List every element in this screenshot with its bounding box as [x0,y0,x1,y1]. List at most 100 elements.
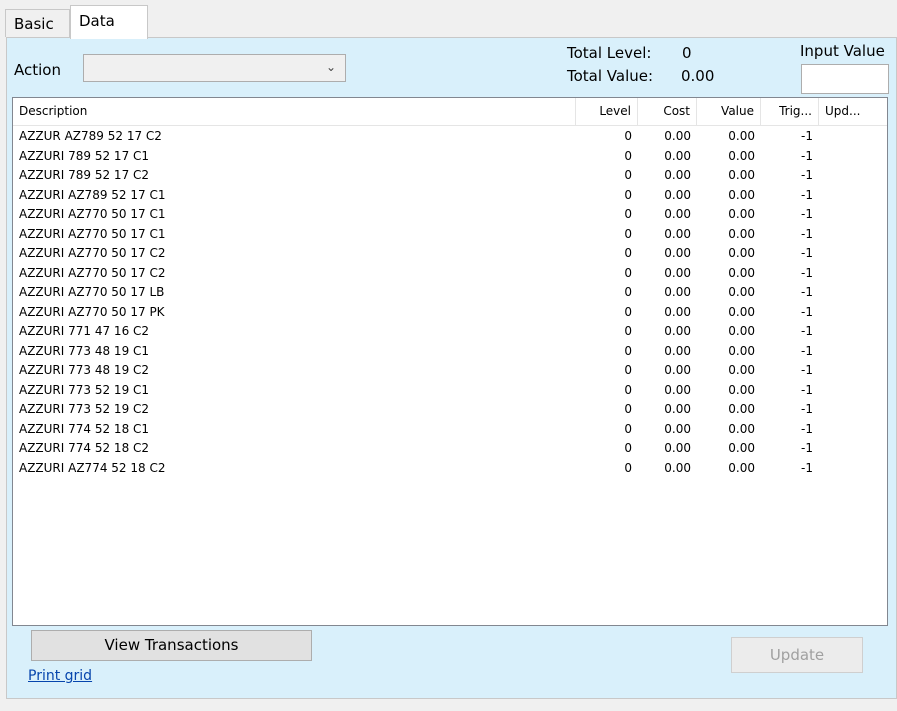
table-row[interactable]: AZZURI 773 52 19 C1 0 0.00 0.00 -1 [13,381,887,401]
cell-level: 0 [624,129,632,143]
cell-level: 0 [624,187,632,202]
cell-upd [819,225,887,245]
cell-trig: -1 [801,129,813,143]
view-transactions-button[interactable]: View Transactions [31,630,312,661]
cell-description: AZZURI AZ770 50 17 C1 [19,207,166,221]
cell-description: AZZURI 773 52 19 C2 [19,402,150,416]
table-row[interactable]: AZZURI 774 52 18 C1 0 0.00 0.00 -1 [13,420,887,440]
cell-trig: -1 [801,343,813,358]
table-row[interactable]: AZZURI 773 48 19 C2 0 0.00 0.00 -1 [13,361,887,381]
table-row[interactable]: AZZURI 789 52 17 C2 0 0.00 0.00 -1 [13,166,887,186]
cell-trig: -1 [801,324,813,338]
cell-cost: 0.00 [664,460,691,475]
cell-trig: -1 [801,226,813,241]
column-header-upd[interactable]: Upd... [819,98,887,125]
cell-cost: 0.00 [664,343,691,358]
cell-value: 0.00 [728,265,755,280]
cell-cost: 0.00 [664,363,691,377]
cell-cost: 0.00 [664,402,691,416]
tab-data[interactable]: Data [70,5,148,39]
cell-upd [819,166,887,186]
table-row[interactable]: AZZURI 789 52 17 C1 0 0.00 0.00 -1 [13,147,887,167]
action-dropdown[interactable]: ⌄ [83,54,346,82]
table-row[interactable]: AZZUR AZ789 52 17 C2 0 0.00 0.00 -1 [13,127,887,147]
cell-level: 0 [624,382,632,397]
cell-value: 0.00 [728,382,755,397]
cell-upd [819,439,887,459]
cell-level: 0 [624,168,632,182]
update-button[interactable]: Update [731,637,863,673]
cell-cost: 0.00 [664,129,691,143]
cell-upd [819,420,887,440]
table-row[interactable]: AZZURI 773 48 19 C1 0 0.00 0.00 -1 [13,342,887,362]
cell-upd [819,342,887,362]
table-row[interactable]: AZZURI AZ770 50 17 LB 0 0.00 0.00 -1 [13,283,887,303]
cell-trig: -1 [801,441,813,455]
input-value-field[interactable] [801,64,889,94]
tab-basic[interactable]: Basic [5,9,70,37]
table-row[interactable]: AZZURI AZ770 50 17 C1 0 0.00 0.00 -1 [13,205,887,225]
table-row[interactable]: AZZURI AZ770 50 17 C1 0 0.00 0.00 -1 [13,225,887,245]
table-row[interactable]: AZZURI AZ789 52 17 C1 0 0.00 0.00 -1 [13,186,887,206]
cell-level: 0 [624,324,632,338]
cell-description: AZZURI AZ789 52 17 C1 [19,187,166,202]
cell-level: 0 [624,265,632,280]
cell-description: AZZURI 774 52 18 C1 [19,421,150,436]
cell-value: 0.00 [728,226,755,241]
cell-cost: 0.00 [664,187,691,202]
cell-level: 0 [624,363,632,377]
cell-cost: 0.00 [664,246,691,260]
data-grid[interactable]: Description Level Cost Value Trig... Upd… [12,97,888,626]
column-header-cost[interactable]: Cost [638,98,697,125]
cell-level: 0 [624,207,632,221]
cell-level: 0 [624,343,632,358]
table-row[interactable]: AZZURI AZ770 50 17 C2 0 0.00 0.00 -1 [13,264,887,284]
cell-description: AZZURI 774 52 18 C2 [19,441,150,455]
table-row[interactable]: AZZURI AZ774 52 18 C2 0 0.00 0.00 -1 [13,459,887,479]
cell-value: 0.00 [728,324,755,338]
cell-cost: 0.00 [664,226,691,241]
column-header-level[interactable]: Level [576,98,638,125]
cell-trig: -1 [801,168,813,182]
cell-cost: 0.00 [664,207,691,221]
table-row[interactable]: AZZURI 771 47 16 C2 0 0.00 0.00 -1 [13,322,887,342]
column-header-description[interactable]: Description [13,98,576,125]
cell-cost: 0.00 [664,441,691,455]
cell-cost: 0.00 [664,382,691,397]
cell-cost: 0.00 [664,285,691,299]
table-row[interactable]: AZZURI 774 52 18 C2 0 0.00 0.00 -1 [13,439,887,459]
action-label: Action [14,61,61,79]
grid-header: Description Level Cost Value Trig... Upd… [13,98,887,126]
cell-cost: 0.00 [664,304,691,319]
cell-trig: -1 [801,207,813,221]
cell-trig: -1 [801,421,813,436]
cell-value: 0.00 [728,207,755,221]
cell-cost: 0.00 [664,168,691,182]
cell-level: 0 [624,226,632,241]
total-level-value: 0 [682,44,692,62]
column-header-trig[interactable]: Trig... [761,98,819,125]
cell-upd [819,127,887,147]
cell-upd [819,459,887,479]
cell-cost: 0.00 [664,148,691,163]
column-header-value[interactable]: Value [697,98,761,125]
cell-level: 0 [624,304,632,319]
cell-value: 0.00 [728,148,755,163]
table-row[interactable]: AZZURI AZ770 50 17 PK 0 0.00 0.00 -1 [13,303,887,323]
cell-upd [819,361,887,381]
print-grid-link[interactable]: Print grid [28,668,92,684]
cell-upd [819,264,887,284]
cell-upd [819,322,887,342]
cell-upd [819,303,887,323]
cell-trig: -1 [801,402,813,416]
cell-trig: -1 [801,382,813,397]
cell-upd [819,381,887,401]
cell-trig: -1 [801,265,813,280]
table-row[interactable]: AZZURI 773 52 19 C2 0 0.00 0.00 -1 [13,400,887,420]
chevron-down-icon: ⌄ [325,60,336,74]
cell-description: AZZURI AZ770 50 17 C2 [19,265,166,280]
cell-value: 0.00 [728,343,755,358]
cell-trig: -1 [801,285,813,299]
table-row[interactable]: AZZURI AZ770 50 17 C2 0 0.00 0.00 -1 [13,244,887,264]
cell-value: 0.00 [728,168,755,182]
